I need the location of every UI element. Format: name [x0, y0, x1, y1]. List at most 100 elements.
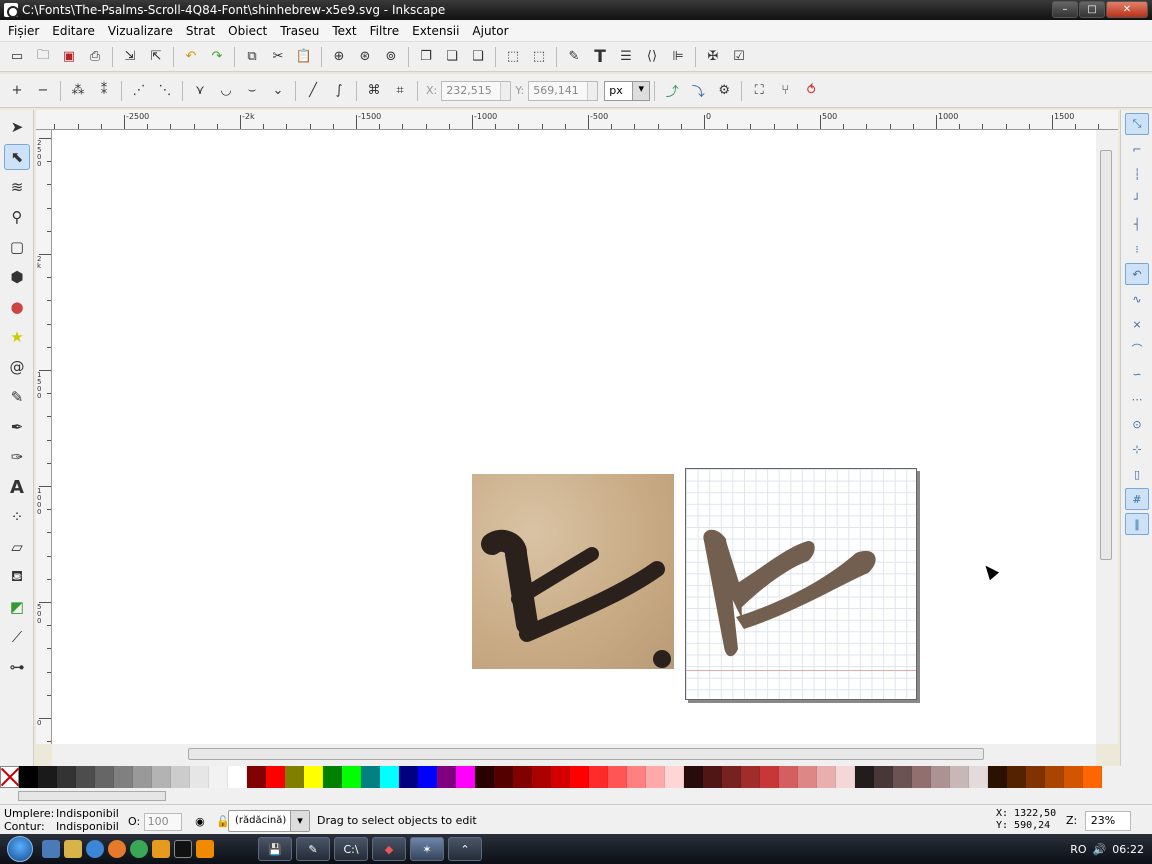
- snap-page-border-icon[interactable]: ▯: [1125, 463, 1149, 485]
- color-swatch[interactable]: [665, 766, 684, 788]
- color-swatch[interactable]: [703, 766, 722, 788]
- menu-path[interactable]: Traseu: [276, 24, 328, 38]
- task-notepad[interactable]: ✎: [296, 837, 330, 861]
- horizontal-scroll-thumb[interactable]: [188, 748, 984, 760]
- color-swatch[interactable]: [171, 766, 190, 788]
- color-swatch[interactable]: [798, 766, 817, 788]
- color-swatch[interactable]: [323, 766, 342, 788]
- color-swatch[interactable]: [513, 766, 532, 788]
- color-swatch[interactable]: [266, 766, 285, 788]
- task-floppy[interactable]: 💾: [258, 837, 292, 861]
- show-outline-icon[interactable]: ⥀: [800, 80, 822, 102]
- join-segment-icon[interactable]: ⋰: [128, 80, 150, 102]
- color-swatch[interactable]: [779, 766, 798, 788]
- fill-value[interactable]: Indisponibil: [56, 807, 119, 820]
- color-swatch[interactable]: [589, 766, 608, 788]
- color-swatch[interactable]: [836, 766, 855, 788]
- smooth-node-icon[interactable]: ◡: [215, 80, 237, 102]
- menu-view[interactable]: Vizualizare: [104, 24, 182, 38]
- connector-tool-icon[interactable]: ⊶: [4, 654, 30, 680]
- snap-toggle-icon[interactable]: ⤡: [1125, 113, 1149, 135]
- show-desktop-icon[interactable]: [42, 840, 60, 858]
- task-inkscape[interactable]: ✶: [410, 837, 444, 861]
- color-swatch[interactable]: [304, 766, 323, 788]
- snap-bbox-corners-icon[interactable]: ┘: [1125, 188, 1149, 210]
- maximize-button[interactable]: □: [1079, 1, 1105, 18]
- document-properties-icon[interactable]: ☑: [728, 46, 750, 68]
- group-icon[interactable]: ⬚: [502, 46, 524, 68]
- segment-curve-icon[interactable]: ∫: [328, 80, 350, 102]
- color-swatch[interactable]: [133, 766, 152, 788]
- color-swatch[interactable]: [646, 766, 665, 788]
- import-icon[interactable]: ⇲: [119, 46, 141, 68]
- auto-smooth-node-icon[interactable]: ⌄: [267, 80, 289, 102]
- color-swatch[interactable]: [228, 766, 247, 788]
- ellipse-tool-icon[interactable]: ●: [4, 294, 30, 320]
- color-swatch[interactable]: [95, 766, 114, 788]
- color-swatch[interactable]: [380, 766, 399, 788]
- color-swatch[interactable]: [57, 766, 76, 788]
- color-swatch[interactable]: [342, 766, 361, 788]
- color-swatch[interactable]: [684, 766, 703, 788]
- zoom-drawing-icon[interactable]: ⊛: [354, 46, 376, 68]
- color-swatch[interactable]: [1064, 766, 1083, 788]
- color-swatch[interactable]: [1007, 766, 1026, 788]
- mask-edit-icon[interactable]: ⚙: [713, 80, 735, 102]
- pen-tool-icon[interactable]: ✒: [4, 414, 30, 440]
- snap-bbox-centers-icon[interactable]: ⁝: [1125, 238, 1149, 260]
- star-tool-icon[interactable]: ★: [4, 324, 30, 350]
- color-swatch[interactable]: [608, 766, 627, 788]
- stroke-value[interactable]: Indisponibil: [56, 820, 119, 833]
- y-coordinate-field[interactable]: 569,141: [528, 80, 599, 101]
- task-app[interactable]: ◆: [372, 837, 406, 861]
- calligraphy-tool-icon[interactable]: ✑: [4, 444, 30, 470]
- pencil-tool-icon[interactable]: ✎: [4, 384, 30, 410]
- menu-filters[interactable]: Filtre: [366, 24, 408, 38]
- color-swatch[interactable]: [399, 766, 418, 788]
- snap-smooth-nodes-icon[interactable]: ∽: [1125, 363, 1149, 385]
- snap-bbox-edges-icon[interactable]: ┆: [1125, 163, 1149, 185]
- firefox-icon[interactable]: [108, 840, 126, 858]
- color-swatch[interactable]: [285, 766, 304, 788]
- x-coordinate-field[interactable]: 232,515: [441, 80, 512, 101]
- color-swatch[interactable]: [532, 766, 551, 788]
- duplicate-icon[interactable]: ❐: [415, 46, 437, 68]
- selector-tool-icon[interactable]: ➤: [4, 114, 30, 140]
- vlc-icon[interactable]: [196, 840, 214, 858]
- menu-layer[interactable]: Strat: [182, 24, 224, 38]
- cut-icon[interactable]: ✂: [267, 46, 289, 68]
- color-swatch[interactable]: [874, 766, 893, 788]
- print-icon[interactable]: ⎙: [84, 46, 106, 68]
- color-swatch[interactable]: [190, 766, 209, 788]
- color-swatch[interactable]: [19, 766, 38, 788]
- copy-icon[interactable]: ⧉: [241, 46, 263, 68]
- drawing-canvas[interactable]: [52, 130, 1096, 744]
- spray-tool-icon[interactable]: ⁘: [4, 504, 30, 530]
- clone-icon[interactable]: ❏: [441, 46, 463, 68]
- snap-grid-icon[interactable]: #: [1125, 488, 1149, 510]
- color-swatch[interactable]: [760, 766, 779, 788]
- menu-edit[interactable]: Editare: [48, 24, 104, 38]
- vertical-scroll-thumb[interactable]: [1100, 150, 1112, 560]
- zoom-selection-icon[interactable]: ⊕: [328, 46, 350, 68]
- fill-stroke-icon[interactable]: ✎: [563, 46, 585, 68]
- color-swatch[interactable]: [988, 766, 1007, 788]
- zoom-field[interactable]: 23%: [1084, 811, 1131, 831]
- paint-bucket-tool-icon[interactable]: ⛾: [4, 564, 30, 590]
- new-document-icon[interactable]: ▭: [6, 46, 28, 68]
- snap-line-midpoints-icon[interactable]: ⋯: [1125, 388, 1149, 410]
- delete-node-icon[interactable]: −: [32, 80, 54, 102]
- chrome-icon[interactable]: [130, 840, 148, 858]
- color-swatch[interactable]: [209, 766, 228, 788]
- text-tool-icon[interactable]: A: [4, 474, 30, 500]
- break-path-icon[interactable]: ⁑: [93, 80, 115, 102]
- media-player-icon[interactable]: [152, 840, 170, 858]
- close-button[interactable]: ✕: [1106, 1, 1148, 18]
- tweak-tool-icon[interactable]: ≋: [4, 174, 30, 200]
- color-swatch[interactable]: [741, 766, 760, 788]
- color-swatch[interactable]: [418, 766, 437, 788]
- snap-bbox-midpoints-icon[interactable]: ┤: [1125, 213, 1149, 235]
- color-swatch[interactable]: [494, 766, 513, 788]
- color-swatch[interactable]: [361, 766, 380, 788]
- snap-nodes-icon[interactable]: ↶: [1125, 263, 1149, 285]
